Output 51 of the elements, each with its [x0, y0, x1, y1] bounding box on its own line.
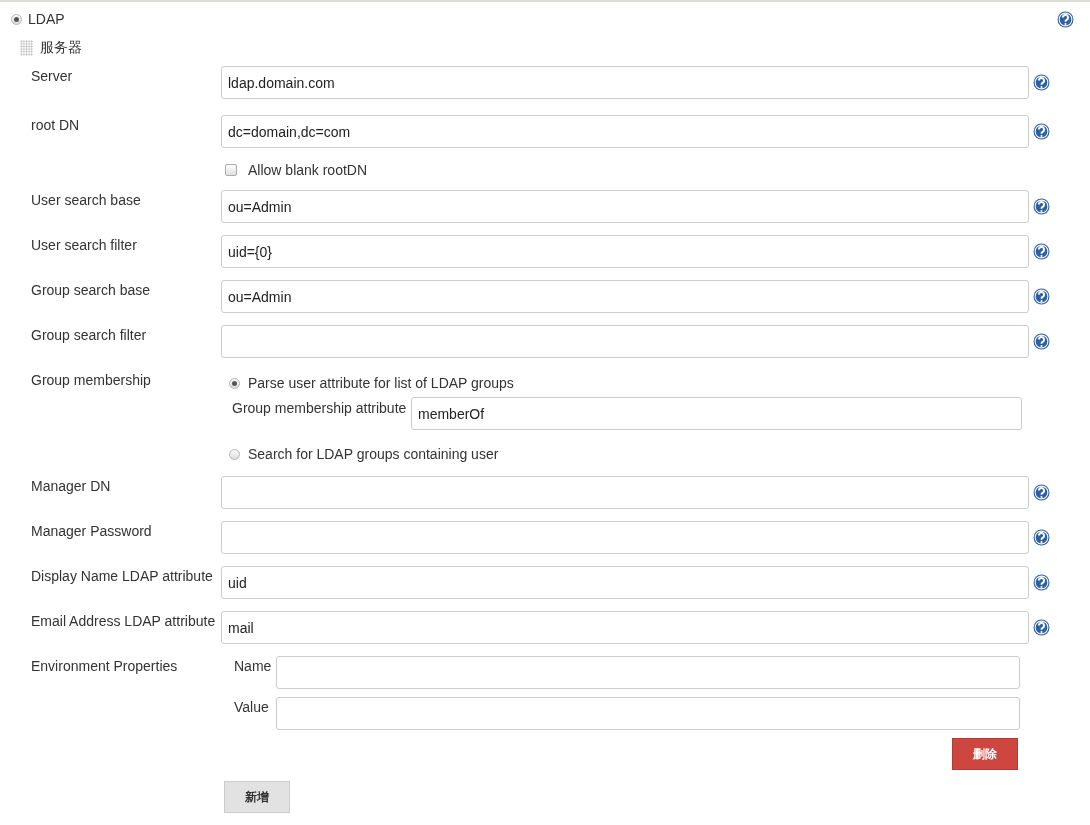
field-label: Environment Properties	[31, 657, 179, 674]
drag-handle-icon[interactable]	[20, 40, 33, 56]
radio-button[interactable]	[11, 13, 22, 25]
help-icon[interactable]	[1033, 574, 1050, 591]
radio-button[interactable]	[229, 448, 240, 460]
radio-label: Parse user attribute for list of LDAP groups	[248, 375, 514, 391]
input-field[interactable]: uid={0}	[221, 235, 1029, 268]
field-label: Email Address LDAP attribute	[31, 612, 217, 629]
help-icon[interactable]	[1033, 198, 1050, 215]
field-label: Value	[233, 698, 270, 715]
add-button[interactable]: 新增	[224, 781, 290, 813]
field-label: Manager DN	[31, 477, 112, 494]
input-field[interactable]	[276, 697, 1020, 730]
input-field[interactable]	[221, 476, 1029, 509]
field-label: Group search base	[31, 281, 152, 298]
field-label: Group membership attribute	[232, 399, 408, 416]
input-field[interactable]: ldap.domain.com	[221, 66, 1029, 99]
help-icon[interactable]	[1057, 10, 1074, 28]
field-label: root DN	[31, 116, 81, 133]
field-label: User search base	[31, 191, 142, 208]
checkbox-label: Allow blank rootDN	[248, 162, 368, 178]
radio-label: Search for LDAP groups containing user	[248, 446, 499, 462]
help-icon[interactable]	[1033, 123, 1050, 140]
input-field[interactable]: memberOf	[411, 397, 1022, 430]
checkbox[interactable]	[225, 164, 237, 176]
input-field[interactable]	[221, 325, 1029, 358]
field-label: Group membership	[31, 371, 152, 388]
help-icon[interactable]	[1033, 243, 1050, 260]
help-icon[interactable]	[1033, 484, 1050, 501]
help-icon[interactable]	[1033, 74, 1050, 91]
help-icon[interactable]	[1033, 619, 1050, 636]
field-label: Group search filter	[31, 326, 148, 343]
help-icon[interactable]	[1033, 529, 1050, 546]
field-label: Display Name LDAP attribute	[31, 567, 214, 584]
radio-button[interactable]	[229, 377, 240, 389]
field-label: Manager Password	[31, 522, 153, 539]
delete-button[interactable]: 删除	[952, 738, 1018, 770]
field-label: User search filter	[31, 236, 138, 253]
input-field[interactable]: ou=Admin	[221, 280, 1029, 313]
section-title: 服务器	[40, 39, 82, 57]
input-field[interactable]: dc=domain,dc=com	[221, 115, 1029, 148]
input-field[interactable]: mail	[221, 611, 1029, 644]
help-icon[interactable]	[1033, 288, 1050, 305]
option-label: LDAP	[28, 11, 65, 27]
field-label: Server	[31, 67, 74, 84]
help-icon[interactable]	[1033, 333, 1050, 350]
input-field[interactable]	[221, 521, 1029, 554]
input-field[interactable]: ou=Admin	[221, 190, 1029, 223]
field-label: Name	[233, 657, 273, 674]
input-field[interactable]: uid	[221, 566, 1029, 599]
input-field[interactable]	[276, 656, 1020, 689]
